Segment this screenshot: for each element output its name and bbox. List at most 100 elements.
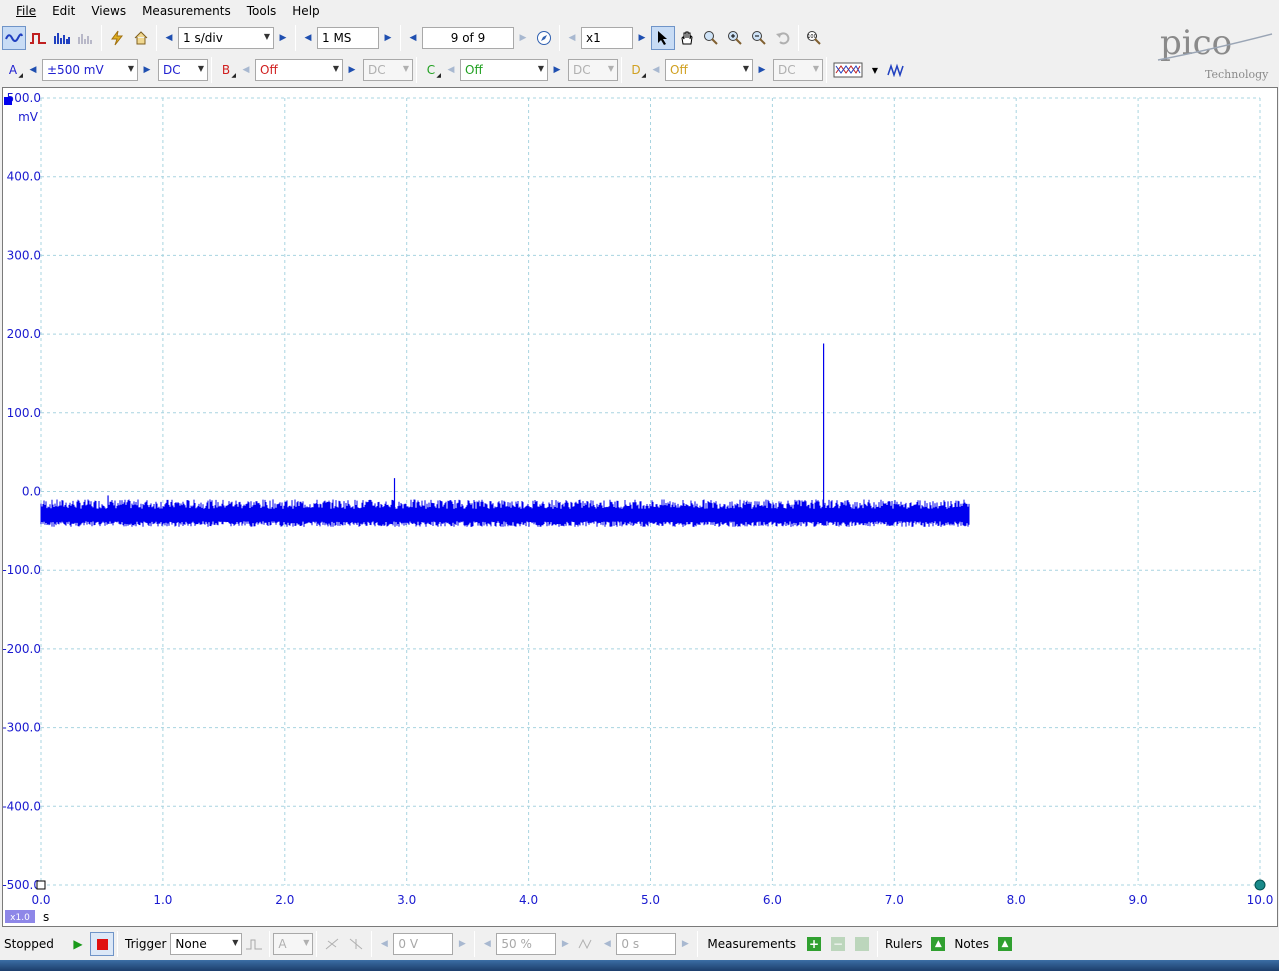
channel-b-range-next-icon[interactable]: ▶ (343, 59, 361, 81)
menu-help[interactable]: Help (284, 0, 327, 22)
stop-icon[interactable] (90, 932, 114, 956)
falling-edge-icon[interactable] (344, 932, 368, 956)
add-measurement-icon[interactable]: + (802, 932, 826, 956)
auto-setup-icon[interactable] (105, 26, 129, 50)
pretrigger-field[interactable]: 50 % (496, 933, 557, 955)
y-tick-label: -200.0 (3, 642, 41, 656)
edit-measurement-icon[interactable] (850, 932, 874, 956)
menu-file[interactable]: File (8, 0, 44, 22)
rulers-toggle-icon[interactable]: ▲ (926, 932, 950, 956)
channel-a-range-select[interactable]: ±500 mV ▼ (42, 59, 138, 81)
delay-prev-icon[interactable]: ◀ (598, 933, 616, 955)
channel-b-label[interactable]: B ◢ (215, 59, 237, 81)
timebase-next-icon[interactable]: ▶ (274, 27, 292, 49)
menu-edit[interactable]: Edit (44, 0, 83, 22)
buffer-prev-icon[interactable]: ◀ (404, 27, 422, 49)
advanced-trigger-icon[interactable] (242, 932, 266, 956)
persistence-mode-icon[interactable] (26, 26, 50, 50)
channel-c-coupling-select[interactable]: DC ▼ (568, 59, 618, 81)
trigger-delay-icon[interactable] (574, 932, 598, 956)
channel-b-range-select[interactable]: Off ▼ (255, 59, 343, 81)
pretrigger-prev-icon[interactable]: ◀ (478, 933, 496, 955)
channel-b-range-prev-icon[interactable]: ◀ (237, 59, 255, 81)
zoom-field[interactable]: x1 (581, 27, 633, 49)
zoom-in-icon[interactable] (723, 26, 747, 50)
trigger-delay-field[interactable]: 0 s (616, 933, 677, 955)
spectrum-mode-icon[interactable] (50, 26, 74, 50)
channel-toolbar: A ◢ ◀ ±500 mV ▼ ▶ DC ▼ B ◢ ◀ Off ▼ ▶ DC ▼ C ◢ ◀… (0, 55, 1150, 85)
menu-measurements[interactable]: Measurements (134, 0, 239, 22)
samples-next-icon[interactable]: ▶ (379, 27, 397, 49)
pointer-tool-icon[interactable] (651, 26, 675, 50)
y-tick-label: -300.0 (3, 721, 41, 735)
notes-toggle-icon[interactable]: ▲ (993, 932, 1017, 956)
start-icon[interactable]: ▶ (66, 932, 90, 956)
channel-d-label[interactable]: D ◢ (625, 59, 647, 81)
y-tick-label: 300.0 (7, 248, 41, 262)
rising-edge-icon[interactable] (320, 932, 344, 956)
channel-c-label[interactable]: C ◢ (420, 59, 442, 81)
scope-plot[interactable]: 500.0400.0300.0200.0100.00.0-100.0-200.0… (2, 88, 1277, 926)
pretrigger-next-icon[interactable]: ▶ (556, 933, 574, 955)
buffer-field[interactable]: 9 of 9 (422, 27, 514, 49)
trigger-mode-select[interactable]: None ▼ (170, 933, 243, 955)
notes-label: Notes (954, 937, 990, 951)
channel-d-coupling-select[interactable]: DC ▼ (773, 59, 823, 81)
y-tick-label: 100.0 (7, 406, 41, 420)
zoom-area-icon[interactable] (699, 26, 723, 50)
channel-a-label[interactable]: A ◢ (2, 59, 24, 81)
math-channels-icon[interactable] (830, 58, 866, 82)
menu-views[interactable]: Views (83, 0, 134, 22)
x-tick-label: 5.0 (641, 893, 660, 907)
channel-d-range-prev-icon[interactable]: ◀ (647, 59, 665, 81)
scope-view[interactable]: 500.0 400.0 300.0 200.0 100.0 0.0 -100.0 -200.0… (2, 87, 1278, 927)
samples-field[interactable]: 1 MS (317, 27, 379, 49)
zoom-out-icon[interactable] (747, 26, 771, 50)
spectrum-disabled-icon[interactable] (74, 26, 98, 50)
measurements-label: Measurements (707, 937, 797, 951)
zoom-overview-icon[interactable]: 100 (802, 26, 826, 50)
run-state-text: Stopped (4, 937, 54, 951)
waveform-channel-a (40, 499, 970, 527)
x-tick-label: 9.0 (1129, 893, 1148, 907)
channel-a-range-prev-icon[interactable]: ◀ (24, 59, 42, 81)
scope-mode-icon[interactable] (2, 26, 26, 50)
x-tick-label: 0.0 (31, 893, 50, 907)
channel-d-range-select[interactable]: Off ▼ (665, 59, 753, 81)
trigger-label: Trigger (125, 937, 167, 951)
hand-tool-icon[interactable] (675, 26, 699, 50)
home-icon[interactable] (129, 26, 153, 50)
trigger-channel-select[interactable]: A ▼ (273, 933, 314, 955)
channel-c-range-select[interactable]: Off ▼ (460, 59, 548, 81)
samples-prev-icon[interactable]: ◀ (299, 27, 317, 49)
menu-bar: File Edit Views Measurements Tools Help (0, 0, 1279, 22)
trigger-threshold-field[interactable]: 0 V (393, 933, 454, 955)
zoom-next-icon[interactable]: ▶ (633, 27, 651, 49)
threshold-prev-icon[interactable]: ◀ (375, 933, 393, 955)
end-time-marker (1254, 879, 1266, 891)
delete-measurement-icon[interactable]: − (826, 932, 850, 956)
channel-a-range-next-icon[interactable]: ▶ (138, 59, 156, 81)
threshold-next-icon[interactable]: ▶ (453, 933, 471, 955)
x-scale-label: x1.0 (10, 913, 30, 923)
main-toolbar: ◀ 1 s/div ▼ ▶ ◀ 1 MS ▶ ◀ 9 of 9 ▶ ◀ x1 ▶ … (0, 22, 1150, 54)
x-tick-label: 10.0 (1247, 893, 1274, 907)
x-tick-label: 3.0 (397, 893, 416, 907)
undo-zoom-icon[interactable] (771, 26, 795, 50)
timebase-select[interactable]: 1 s/div ▼ (178, 27, 274, 49)
pico-logo-mark: pico Technology (1157, 23, 1273, 81)
reference-waveform-icon[interactable] (884, 58, 908, 82)
buffer-next-icon[interactable]: ▶ (514, 27, 532, 49)
math-menu-chevron-icon[interactable]: ▼ (866, 58, 884, 82)
zoom-prev-icon[interactable]: ◀ (563, 27, 581, 49)
timebase-prev-icon[interactable]: ◀ (160, 27, 178, 49)
menu-tools[interactable]: Tools (239, 0, 285, 22)
buffer-navigator-icon[interactable] (532, 26, 556, 50)
channel-a-coupling-select[interactable]: DC ▼ (158, 59, 208, 81)
channel-b-coupling-select[interactable]: DC ▼ (363, 59, 413, 81)
x-tick-label: 2.0 (275, 893, 294, 907)
channel-d-range-next-icon[interactable]: ▶ (753, 59, 771, 81)
channel-c-range-prev-icon[interactable]: ◀ (442, 59, 460, 81)
delay-next-icon[interactable]: ▶ (676, 933, 694, 955)
channel-c-range-next-icon[interactable]: ▶ (548, 59, 566, 81)
